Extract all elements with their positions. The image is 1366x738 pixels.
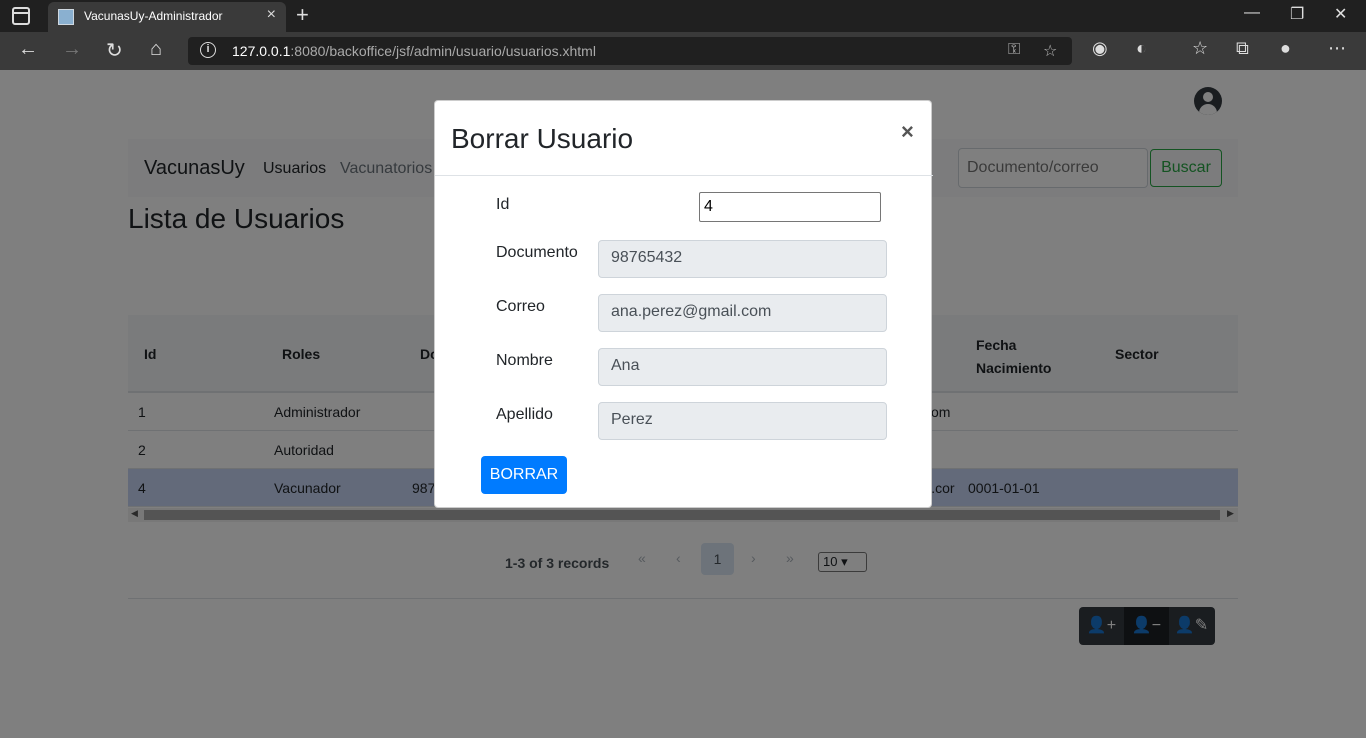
address-bar: ← → ↻ ⌂ i 127.0.0.1:8080/backoffice/jsf/…	[0, 32, 1366, 70]
tab-title: VacunasUy-Administrador	[84, 9, 223, 23]
apellido-label: Apellido	[496, 406, 553, 423]
minimize-icon[interactable]: —	[1244, 4, 1260, 22]
site-info-icon[interactable]: i	[200, 42, 216, 58]
reload-icon[interactable]: ↻	[106, 38, 123, 63]
browser-tab[interactable]: VacunasUy-Administrador ×	[48, 2, 286, 32]
documento-label: Documento	[496, 244, 578, 261]
url-host: 127.0.0.1	[232, 43, 291, 59]
nombre-label: Nombre	[496, 352, 553, 369]
new-tab-icon[interactable]: +	[296, 2, 309, 28]
modal-header: Borrar Usuario ×	[435, 101, 933, 176]
collections-icon[interactable]: ⧉	[1236, 38, 1249, 59]
tab-actions-icon[interactable]	[12, 7, 30, 25]
favorites-icon[interactable]: ☆	[1192, 38, 1208, 59]
correo-field: ana.perez@gmail.com	[598, 294, 887, 332]
window-close-icon[interactable]: ✕	[1334, 4, 1347, 24]
more-icon[interactable]: ⋯	[1328, 38, 1346, 59]
tab-close-icon[interactable]: ×	[267, 6, 276, 24]
modal-title: Borrar Usuario	[451, 123, 634, 154]
url-text: 127.0.0.1:8080/backoffice/jsf/admin/usua…	[232, 43, 596, 59]
forward-icon[interactable]: →	[62, 38, 82, 61]
close-icon[interactable]: ×	[901, 119, 914, 145]
home-icon[interactable]: ⌂	[150, 38, 162, 61]
correo-label: Correo	[496, 298, 545, 315]
color-extension-icon[interactable]: ◐	[1136, 38, 1147, 59]
profile-icon[interactable]: ●	[1280, 38, 1291, 59]
id-label: Id	[496, 196, 510, 213]
url-field[interactable]: i 127.0.0.1:8080/backoffice/jsf/admin/us…	[188, 37, 1072, 65]
delete-button[interactable]: BORRAR	[481, 456, 567, 494]
delete-user-dialog: Borrar Usuario × Id 4 Documento 98765432…	[434, 100, 933, 508]
browser-tab-bar: VacunasUy-Administrador × + — ❐ ✕	[0, 0, 1366, 32]
url-path: :8080/backoffice/jsf/admin/usuario/usuar…	[290, 43, 596, 59]
restore-icon[interactable]: ❐	[1290, 4, 1304, 24]
back-icon[interactable]: ←	[18, 38, 38, 61]
add-favorite-icon[interactable]: ☆	[1043, 41, 1057, 61]
nombre-field: Ana	[598, 348, 887, 386]
id-input[interactable]: 4	[699, 192, 881, 222]
key-icon[interactable]: ⚿	[1008, 41, 1020, 59]
extension-icon[interactable]: ◉	[1092, 38, 1108, 59]
documento-field: 98765432	[598, 240, 887, 278]
favicon-icon	[58, 9, 74, 25]
apellido-field: Perez	[598, 402, 887, 440]
